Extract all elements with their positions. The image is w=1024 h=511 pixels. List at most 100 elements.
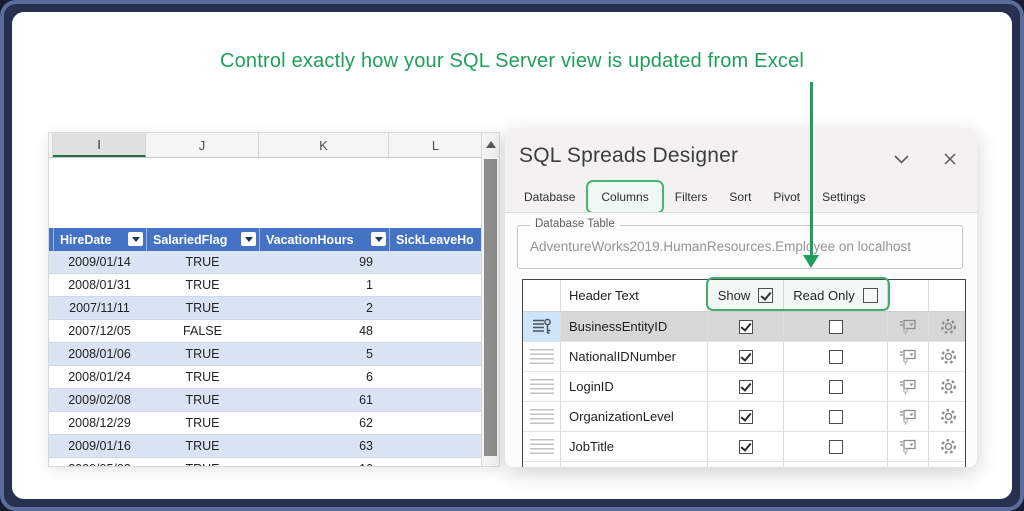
tab-pivot[interactable]: Pivot (762, 186, 811, 208)
show-checkbox[interactable] (739, 320, 753, 334)
grid-row-nationalidnumber[interactable]: NationalIDNumber (523, 342, 965, 372)
excel-header-salariedflag-label: SalariedFlag (153, 233, 227, 247)
cell-hiredate[interactable]: 2008/01/06 (53, 343, 146, 365)
excel-column-letter-i[interactable]: I (53, 133, 146, 157)
close-button[interactable] (939, 150, 961, 168)
cell-vacationhours[interactable]: 61 (259, 389, 389, 411)
tab-filters[interactable]: Filters (664, 186, 719, 208)
grid-row-organizationlevel[interactable]: OrganizationLevel (523, 402, 965, 432)
tab-sort[interactable]: Sort (718, 186, 762, 208)
cell-hiredate[interactable]: 2009/05/03 (53, 458, 146, 467)
drag-handle-icon[interactable] (530, 439, 554, 454)
column-name: BusinessEntityID (561, 312, 708, 341)
table-row: 2008/01/31 TRUE 1 (49, 274, 483, 297)
drag-handle-icon[interactable] (530, 379, 554, 394)
cell-vacationhours[interactable]: 16 (259, 458, 389, 467)
excel-header-vacationhours: VacationHours (259, 228, 389, 251)
grid-row-businessentityid[interactable]: BusinessEntityID (523, 312, 965, 342)
drag-handle-icon[interactable] (530, 349, 554, 364)
settings-button[interactable] (929, 432, 966, 461)
excel-header-vacationhours-label: VacationHours (266, 233, 354, 247)
grid-row-loginid[interactable]: LoginID (523, 372, 965, 402)
tab-database[interactable]: Database (513, 186, 586, 208)
database-table-label: Database Table (530, 218, 620, 230)
read-only-checkbox[interactable] (829, 350, 843, 364)
lookup-button[interactable] (888, 342, 928, 371)
read-only-checkbox[interactable] (829, 440, 843, 454)
lookup-icon (898, 378, 918, 396)
show-checkbox[interactable] (739, 410, 753, 424)
cell-vacationhours[interactable]: 62 (259, 412, 389, 434)
show-checkbox[interactable] (739, 380, 753, 394)
table-row: 2008/01/24 TRUE 6 (49, 366, 483, 389)
cell-vacationhours[interactable]: 5 (259, 343, 389, 365)
read-only-checkbox[interactable] (829, 320, 843, 334)
grid-row-jobtitle[interactable]: JobTitle (523, 432, 965, 462)
lookup-button[interactable] (888, 432, 928, 461)
filter-dropdown-icon[interactable] (371, 232, 386, 246)
gear-icon (939, 347, 958, 366)
collapse-button[interactable] (890, 150, 912, 168)
read-only-header-label: Read Only (793, 288, 854, 303)
drag-handle-icon[interactable] (530, 409, 554, 424)
lookup-icon (898, 408, 918, 426)
cell-hiredate[interactable]: 2008/12/29 (53, 412, 146, 434)
show-checkbox[interactable] (739, 440, 753, 454)
scrollbar-thumb[interactable] (484, 159, 497, 456)
cell-hiredate[interactable]: 2007/11/11 (53, 297, 146, 319)
excel-column-letter-j[interactable]: J (146, 133, 259, 157)
lookup-button[interactable] (888, 372, 928, 401)
cell-hiredate[interactable]: 2009/01/14 (53, 251, 146, 273)
settings-button[interactable] (929, 372, 966, 401)
cell-hiredate[interactable]: 2007/12/05 (53, 320, 146, 342)
cell-salariedflag[interactable]: TRUE (146, 412, 259, 434)
annotation-arrow-line (810, 82, 813, 256)
cell-hiredate[interactable]: 2008/01/31 (53, 274, 146, 296)
cell-salariedflag[interactable]: TRUE (146, 366, 259, 388)
read-only-checkbox[interactable] (829, 410, 843, 424)
tab-columns[interactable]: Columns (586, 180, 663, 214)
cell-salariedflag[interactable]: TRUE (146, 389, 259, 411)
excel-column-letter-l[interactable]: L (389, 133, 483, 157)
cell-vacationhours[interactable]: 63 (259, 435, 389, 457)
cell-salariedflag[interactable]: TRUE (146, 297, 259, 319)
table-row: 2009/01/16 TRUE 63 (49, 435, 483, 458)
cell-salariedflag[interactable]: TRUE (146, 435, 259, 457)
cell-hiredate[interactable]: 2009/01/16 (53, 435, 146, 457)
scroll-up-icon[interactable] (482, 133, 499, 155)
cell-salariedflag[interactable]: TRUE (146, 343, 259, 365)
cell-hiredate[interactable]: 2008/01/24 (53, 366, 146, 388)
cell-vacationhours[interactable]: 1 (259, 274, 389, 296)
settings-button[interactable] (929, 342, 966, 371)
annotation-arrow-head (803, 255, 819, 268)
filter-dropdown-icon[interactable] (128, 232, 143, 246)
read-only-all-checkbox[interactable] (863, 288, 878, 303)
table-row: 2009/02/08 TRUE 61 (49, 389, 483, 412)
lookup-button[interactable] (888, 312, 928, 341)
settings-button[interactable] (929, 312, 966, 341)
column-name: LoginID (561, 372, 708, 401)
cell-hiredate[interactable]: 2009/02/08 (53, 389, 146, 411)
cell-vacationhours[interactable]: 48 (259, 320, 389, 342)
cell-salariedflag[interactable]: TRUE (146, 251, 259, 273)
read-only-column-header: Read Only (784, 280, 888, 311)
chevron-down-icon (894, 155, 909, 164)
cell-salariedflag[interactable]: FALSE (146, 320, 259, 342)
show-checkbox[interactable] (739, 350, 753, 364)
read-only-checkbox[interactable] (829, 380, 843, 394)
show-column-header: Show (708, 280, 784, 311)
filter-dropdown-icon[interactable] (241, 232, 256, 246)
excel-header-hiredate: HireDate (53, 228, 146, 251)
settings-button[interactable] (929, 402, 966, 431)
excel-sheet: I J K L HireDate SalariedFlag VacationHo… (48, 132, 500, 467)
excel-column-letter-k[interactable]: K (259, 133, 389, 157)
lookup-button[interactable] (888, 402, 928, 431)
cell-vacationhours[interactable]: 6 (259, 366, 389, 388)
cell-vacationhours[interactable]: 99 (259, 251, 389, 273)
tab-settings[interactable]: Settings (811, 186, 876, 208)
database-table-value[interactable]: AdventureWorks2019.HumanResources.Employ… (530, 239, 911, 254)
show-all-checkbox[interactable] (758, 288, 773, 303)
cell-salariedflag[interactable]: TRUE (146, 274, 259, 296)
cell-salariedflag[interactable]: TRUE (146, 458, 259, 467)
cell-vacationhours[interactable]: 2 (259, 297, 389, 319)
